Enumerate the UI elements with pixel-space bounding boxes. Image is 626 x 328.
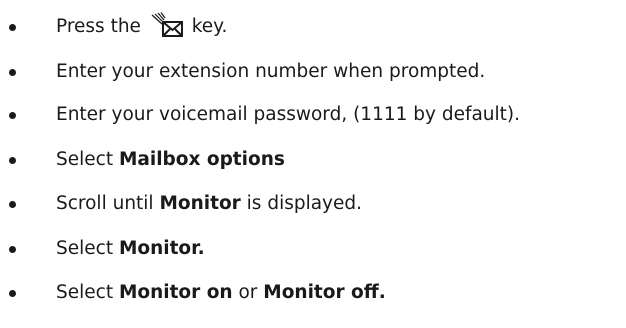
step-segment: key. xyxy=(185,16,228,37)
bullet-icon xyxy=(9,246,16,253)
list-item: Select Monitor. xyxy=(0,234,626,264)
bullet-icon xyxy=(9,24,16,31)
bullet-icon xyxy=(9,201,16,208)
step-text: Enter your voicemail password, (1111 by … xyxy=(56,100,520,130)
step-text: Enter your extension number when prompte… xyxy=(56,57,485,87)
step-segment: Press the xyxy=(56,16,147,37)
bullet-icon xyxy=(9,112,16,119)
step-segment: Enter your extension number when prompte… xyxy=(56,61,486,82)
step-segment: Enter your voicemail password, (1111 by … xyxy=(56,104,521,125)
step-segment-bold: Monitor xyxy=(159,193,241,214)
message-waiting-envelope-icon xyxy=(150,12,184,42)
step-segment-bold: Monitor on xyxy=(118,282,233,303)
list-item: Scroll until Monitor is displayed. xyxy=(0,189,626,219)
step-segment: Select xyxy=(56,282,119,303)
step-segment: Scroll until xyxy=(56,193,160,214)
step-segment-bold: Mailbox options xyxy=(118,149,285,170)
step-segment: is displayed. xyxy=(240,193,363,214)
step-text: Select Mailbox options xyxy=(56,145,285,175)
list-item: Select Monitor on or Monitor off. xyxy=(0,278,626,308)
bullet-icon xyxy=(9,69,16,76)
step-text: Select Monitor on or Monitor off. xyxy=(56,278,386,308)
step-segment: Select xyxy=(56,238,119,259)
bullet-icon xyxy=(9,290,16,297)
step-segment: or xyxy=(232,282,264,303)
list-item: Enter your voicemail password, (1111 by … xyxy=(0,100,626,130)
step-segment: Select xyxy=(56,149,119,170)
list-item: Select Mailbox options xyxy=(0,145,626,175)
step-text: Select Monitor. xyxy=(56,234,205,264)
step-text: Press the key. xyxy=(56,12,227,42)
step-text: Scroll until Monitor is displayed. xyxy=(56,189,362,219)
list-item: Press the key. xyxy=(0,12,626,42)
bullet-icon xyxy=(9,157,16,164)
step-segment-bold: Monitor off. xyxy=(263,282,386,303)
list-item: Enter your extension number when prompte… xyxy=(0,57,626,87)
step-segment-bold: Monitor. xyxy=(118,238,205,259)
